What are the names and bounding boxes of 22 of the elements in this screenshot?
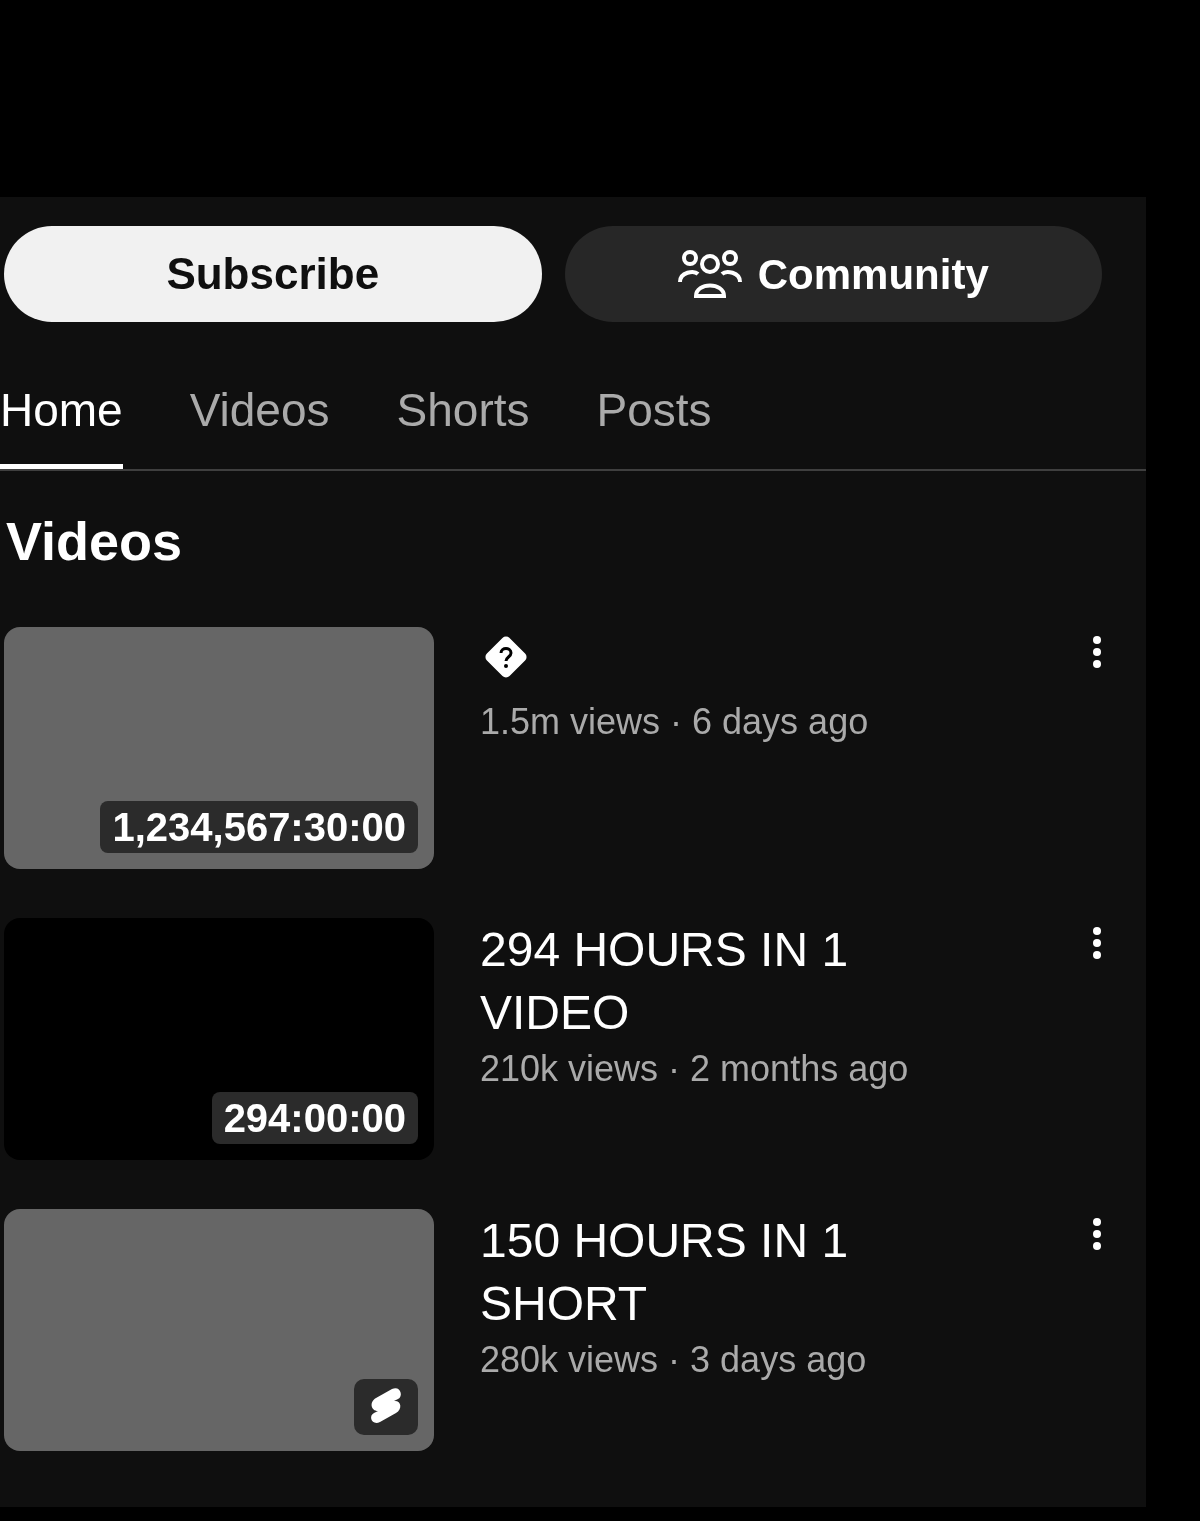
video-title[interactable]: 150 HOURS IN 1 SHORT <box>480 1209 900 1335</box>
video-meta: 210k views · 2 months ago <box>480 1047 910 1091</box>
channel-tab[interactable]: Posts <box>596 370 712 469</box>
channel-tab[interactable]: Home <box>0 370 123 469</box>
subscribe-button[interactable]: Subscribe <box>4 226 542 322</box>
video-thumbnail[interactable] <box>4 1209 434 1451</box>
more-options-icon[interactable] <box>1092 926 1102 960</box>
duration-badge: 294:00:00 <box>211 1092 418 1144</box>
channel-tab[interactable]: Shorts <box>396 370 530 469</box>
shorts-icon <box>354 1379 418 1435</box>
video-meta: 280k views · 3 days ago <box>480 1338 868 1382</box>
duration-badge: 1,234,567:30:00 <box>100 801 418 853</box>
section-title: Videos <box>6 510 184 573</box>
video-title[interactable]: 294 HOURS IN 1 VIDEO <box>480 918 900 1044</box>
video-thumbnail[interactable]: 1,234,567:30:00 <box>4 627 434 869</box>
channel-tab[interactable]: Videos <box>189 370 330 469</box>
video-thumbnail[interactable]: 294:00:00 <box>4 918 434 1160</box>
community-button[interactable]: Community <box>564 226 1102 322</box>
more-options-icon[interactable] <box>1092 1217 1102 1251</box>
people-icon <box>677 248 742 300</box>
more-options-icon[interactable] <box>1092 635 1102 669</box>
video-meta: 1.5m views · 6 days ago <box>480 700 870 744</box>
